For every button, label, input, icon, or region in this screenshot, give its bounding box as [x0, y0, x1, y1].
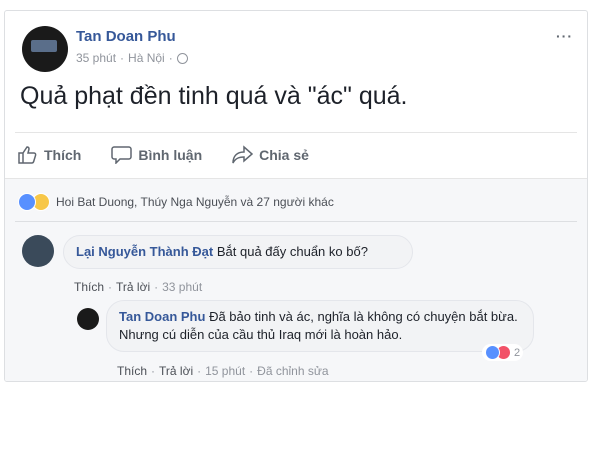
comment-reply-link[interactable]: Trả lời — [116, 280, 150, 294]
speech-bubble-icon — [111, 146, 133, 164]
comments-section: Hoi Bat Duong, Thúy Nga Nguyễn và 27 ngư… — [5, 178, 587, 381]
post-location[interactable]: Hà Nội — [128, 51, 165, 65]
more-options-icon[interactable]: ··· — [556, 28, 573, 44]
reply-time[interactable]: 15 phút — [205, 364, 245, 378]
commenter-avatar[interactable] — [22, 235, 54, 267]
reply-reply-link[interactable]: Trả lời — [159, 364, 193, 378]
comment-actions: Thích · Trả lời · 33 phút — [74, 280, 203, 294]
like-button[interactable]: Thích — [17, 145, 81, 164]
thumbs-up-icon — [18, 146, 37, 164]
post-text: Quả phạt đền tinh quá và "ác" quá. — [20, 82, 408, 110]
reply-author[interactable]: Tan Doan Phu — [119, 309, 205, 324]
divider — [15, 132, 577, 133]
reply-bubble: Tan Doan Phu Đã bảo tinh và ác, nghĩa là… — [106, 300, 534, 352]
comment-time[interactable]: 33 phút — [162, 280, 202, 294]
action-bar: Thích Bình luận Chia sẻ — [17, 145, 309, 164]
comment-like-link[interactable]: Thích — [74, 280, 104, 294]
comment-text: Bắt quả đấy chuẩn ko bố? — [216, 244, 368, 259]
like-reaction-icon — [485, 345, 500, 360]
globe-icon[interactable] — [176, 52, 188, 64]
reactions-summary[interactable]: Hoi Bat Duong, Thúy Nga Nguyễn và 27 ngư… — [18, 193, 334, 211]
comment-button[interactable]: Bình luận — [111, 145, 202, 164]
divider — [15, 221, 577, 222]
share-arrow-icon — [232, 145, 254, 164]
reactions-text: Hoi Bat Duong, Thúy Nga Nguyễn và 27 ngư… — [56, 195, 334, 209]
reply-actions: Thích · Trả lời · 15 phút · Đã chỉnh sửa — [117, 364, 329, 378]
comment-author[interactable]: Lại Nguyễn Thành Đạt — [76, 244, 213, 259]
share-button[interactable]: Chia sẻ — [232, 145, 309, 164]
edited-label[interactable]: Đã chỉnh sửa — [257, 364, 328, 378]
reply-author-avatar[interactable] — [77, 308, 99, 330]
like-reaction-icon — [18, 193, 36, 211]
reply-reaction-count[interactable]: 2 — [482, 344, 524, 361]
post-time[interactable]: 35 phút — [76, 51, 116, 65]
post-card: Tan Doan Phu 35 phút · Hà Nội · ··· Quả … — [4, 10, 588, 382]
post-meta: 35 phút · Hà Nội · — [76, 51, 188, 65]
post-author-name[interactable]: Tan Doan Phu — [76, 28, 176, 45]
comment-bubble: Lại Nguyễn Thành Đạt Bắt quả đấy chuẩn k… — [63, 235, 413, 269]
reply-like-link[interactable]: Thích — [117, 364, 147, 378]
author-avatar[interactable] — [22, 26, 68, 72]
